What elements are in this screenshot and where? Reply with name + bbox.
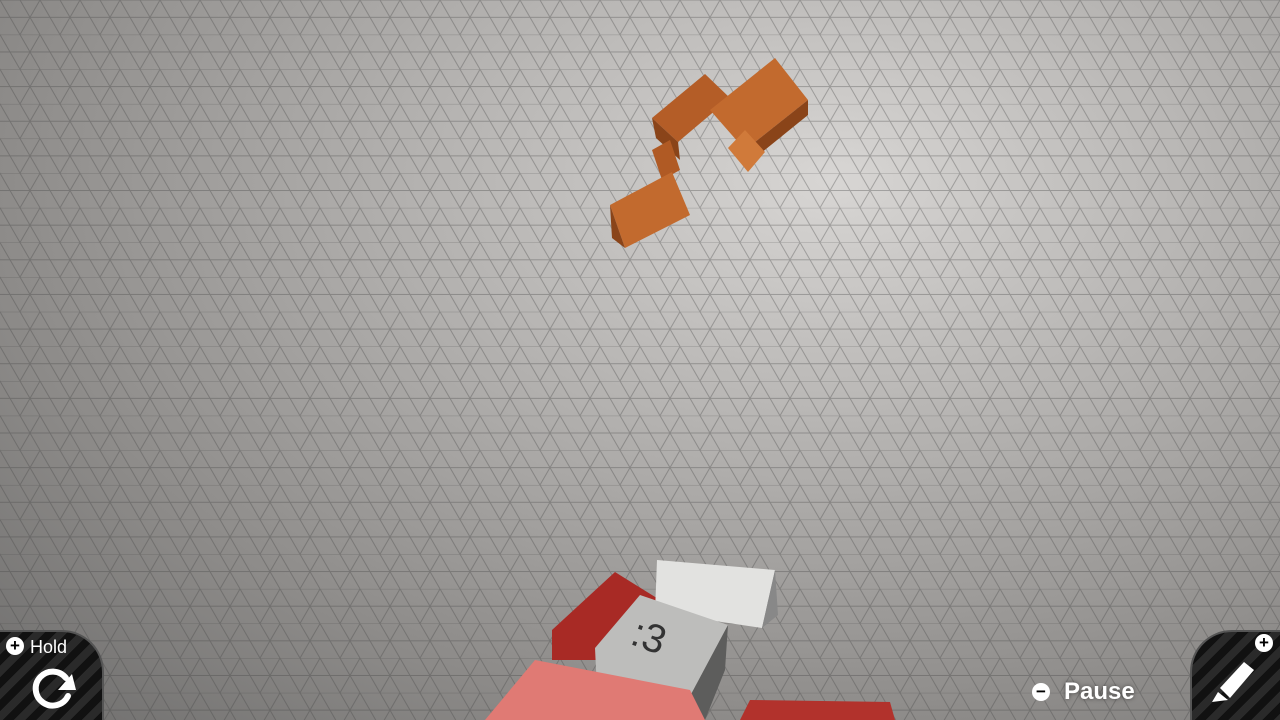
plus-button-icon: + bbox=[6, 637, 24, 655]
hold-label: Hold bbox=[30, 637, 68, 657]
pencil-icon bbox=[1212, 662, 1254, 702]
minus-button-icon: − bbox=[1032, 683, 1050, 701]
pause-button[interactable]: Pause bbox=[1064, 678, 1135, 706]
rotate-cw-icon bbox=[32, 668, 76, 709]
game-scene: :3 bbox=[0, 0, 1280, 720]
plus-button-icon: + bbox=[1255, 634, 1273, 652]
floating-crate-structure bbox=[610, 58, 808, 248]
